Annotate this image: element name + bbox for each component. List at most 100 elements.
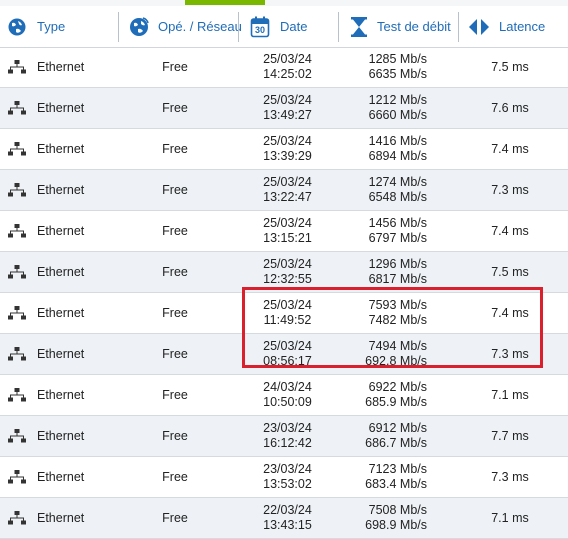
- operator-cell: Free: [162, 511, 188, 525]
- table-row[interactable]: Ethernet Free 25/03/24 13:15:21 1456 Mb/s…: [0, 211, 568, 252]
- date-cell: 25/03/24 13:49:27: [240, 93, 335, 123]
- operator-cell: Free: [162, 183, 188, 197]
- network-icon: [8, 511, 26, 528]
- type-cell: Ethernet: [37, 470, 85, 484]
- latency-cell: 7.5 ms: [491, 60, 529, 74]
- network-icon: [8, 347, 26, 364]
- globe-network-icon: [128, 16, 150, 38]
- hourglass-icon: [350, 16, 368, 38]
- time-value: 13:43:15: [263, 518, 312, 532]
- time-value: 13:49:27: [263, 108, 312, 122]
- double-arrow-icon: [468, 18, 490, 36]
- globe-icon: [7, 17, 27, 37]
- table-row[interactable]: Ethernet Free 22/03/24 13:43:15 7508 Mb/s…: [0, 498, 568, 539]
- column-operator[interactable]: Opé. / Réseau: [128, 6, 242, 47]
- download-speed: 1274 Mb/s: [368, 175, 427, 189]
- date-cell: 25/03/24 13:22:47: [240, 175, 335, 205]
- table-row[interactable]: Ethernet Free 25/03/24 13:49:27 1212 Mb/s…: [0, 88, 568, 129]
- type-cell: Ethernet: [37, 101, 85, 115]
- column-date[interactable]: 30 Date: [250, 6, 307, 47]
- operator-cell: Free: [162, 60, 188, 74]
- upload-speed: 6548 Mb/s: [368, 190, 427, 204]
- column-type[interactable]: Type: [7, 6, 65, 47]
- latency-cell: 7.1 ms: [491, 388, 529, 402]
- download-speed: 1416 Mb/s: [368, 134, 427, 148]
- network-icon: [8, 60, 26, 77]
- network-icon: [8, 470, 26, 487]
- table-header: Type Opé. / Réseau 30 Date Test de débit…: [0, 6, 568, 48]
- download-speed: 6922 Mb/s: [368, 380, 427, 394]
- speed-cell: 6922 Mb/s 685.9 Mb/s: [340, 380, 427, 410]
- date-value: 25/03/24: [263, 257, 312, 271]
- network-icon: [8, 388, 26, 405]
- date-value: 25/03/24: [263, 216, 312, 230]
- time-value: 12:32:55: [263, 272, 312, 286]
- time-value: 13:22:47: [263, 190, 312, 204]
- column-latency-label: Latence: [499, 19, 546, 34]
- date-cell: 22/03/24 13:43:15: [240, 503, 335, 533]
- operator-cell: Free: [162, 470, 188, 484]
- download-speed: 1212 Mb/s: [368, 93, 427, 107]
- network-icon: [8, 265, 26, 282]
- upload-speed: 698.9 Mb/s: [365, 518, 427, 532]
- column-speed[interactable]: Test de débit: [350, 6, 451, 47]
- upload-speed: 6635 Mb/s: [368, 67, 427, 81]
- network-icon: [8, 183, 26, 200]
- date-cell: 25/03/24 12:32:55: [240, 257, 335, 287]
- date-value: 25/03/24: [263, 134, 312, 148]
- table-row[interactable]: Ethernet Free 23/03/24 13:53:02 7123 Mb/s…: [0, 457, 568, 498]
- network-icon: [8, 429, 26, 446]
- date-value: 24/03/24: [263, 380, 312, 394]
- date-value: 22/03/24: [263, 503, 312, 517]
- column-type-label: Type: [37, 19, 66, 34]
- active-tab-indicator: [185, 0, 265, 5]
- table-row[interactable]: Ethernet Free 25/03/24 13:39:29 1416 Mb/s…: [0, 129, 568, 170]
- upload-speed: 6894 Mb/s: [368, 149, 427, 163]
- date-cell: 24/03/24 10:50:09: [240, 380, 335, 410]
- network-icon: [8, 306, 26, 323]
- operator-cell: Free: [162, 142, 188, 156]
- speed-cell: 6912 Mb/s 686.7 Mb/s: [340, 421, 427, 451]
- latency-cell: 7.4 ms: [491, 224, 529, 238]
- download-speed: 6912 Mb/s: [368, 421, 427, 435]
- type-cell: Ethernet: [37, 224, 85, 238]
- column-date-label: Date: [280, 19, 308, 34]
- column-latency[interactable]: Latence: [468, 6, 545, 47]
- download-speed: 1296 Mb/s: [368, 257, 427, 271]
- table-row[interactable]: Ethernet Free 25/03/24 13:22:47 1274 Mb/s…: [0, 170, 568, 211]
- time-value: 13:39:29: [263, 149, 312, 163]
- header-divider: [458, 12, 459, 42]
- highlight-box: [242, 287, 543, 368]
- table-row[interactable]: Ethernet Free 24/03/24 10:50:09 6922 Mb/s…: [0, 375, 568, 416]
- speed-cell: 7508 Mb/s 698.9 Mb/s: [340, 503, 427, 533]
- operator-cell: Free: [162, 224, 188, 238]
- table-row[interactable]: Ethernet Free 23/03/24 16:12:42 6912 Mb/s…: [0, 416, 568, 457]
- time-value: 13:53:02: [263, 477, 312, 491]
- operator-cell: Free: [162, 101, 188, 115]
- operator-cell: Free: [162, 347, 188, 361]
- date-cell: 25/03/24 13:39:29: [240, 134, 335, 164]
- download-speed: 7123 Mb/s: [368, 462, 427, 476]
- speed-cell: 1285 Mb/s 6635 Mb/s: [340, 52, 427, 82]
- date-cell: 23/03/24 16:12:42: [240, 421, 335, 451]
- speed-cell: 1416 Mb/s 6894 Mb/s: [340, 134, 427, 164]
- date-value: 25/03/24: [263, 52, 312, 66]
- upload-speed: 6660 Mb/s: [368, 108, 427, 122]
- speed-cell: 1274 Mb/s 6548 Mb/s: [340, 175, 427, 205]
- date-value: 25/03/24: [263, 175, 312, 189]
- type-cell: Ethernet: [37, 183, 85, 197]
- header-divider: [238, 12, 239, 42]
- latency-cell: 7.6 ms: [491, 101, 529, 115]
- time-value: 16:12:42: [263, 436, 312, 450]
- download-speed: 1456 Mb/s: [368, 216, 427, 230]
- operator-cell: Free: [162, 306, 188, 320]
- latency-cell: 7.3 ms: [491, 470, 529, 484]
- table-row[interactable]: Ethernet Free 25/03/24 14:25:02 1285 Mb/s…: [0, 47, 568, 88]
- type-cell: Ethernet: [37, 306, 85, 320]
- latency-cell: 7.5 ms: [491, 265, 529, 279]
- speed-cell: 1212 Mb/s 6660 Mb/s: [340, 93, 427, 123]
- download-speed: 1285 Mb/s: [368, 52, 427, 66]
- date-cell: 25/03/24 14:25:02: [240, 52, 335, 82]
- upload-speed: 6817 Mb/s: [368, 272, 427, 286]
- type-cell: Ethernet: [37, 511, 85, 525]
